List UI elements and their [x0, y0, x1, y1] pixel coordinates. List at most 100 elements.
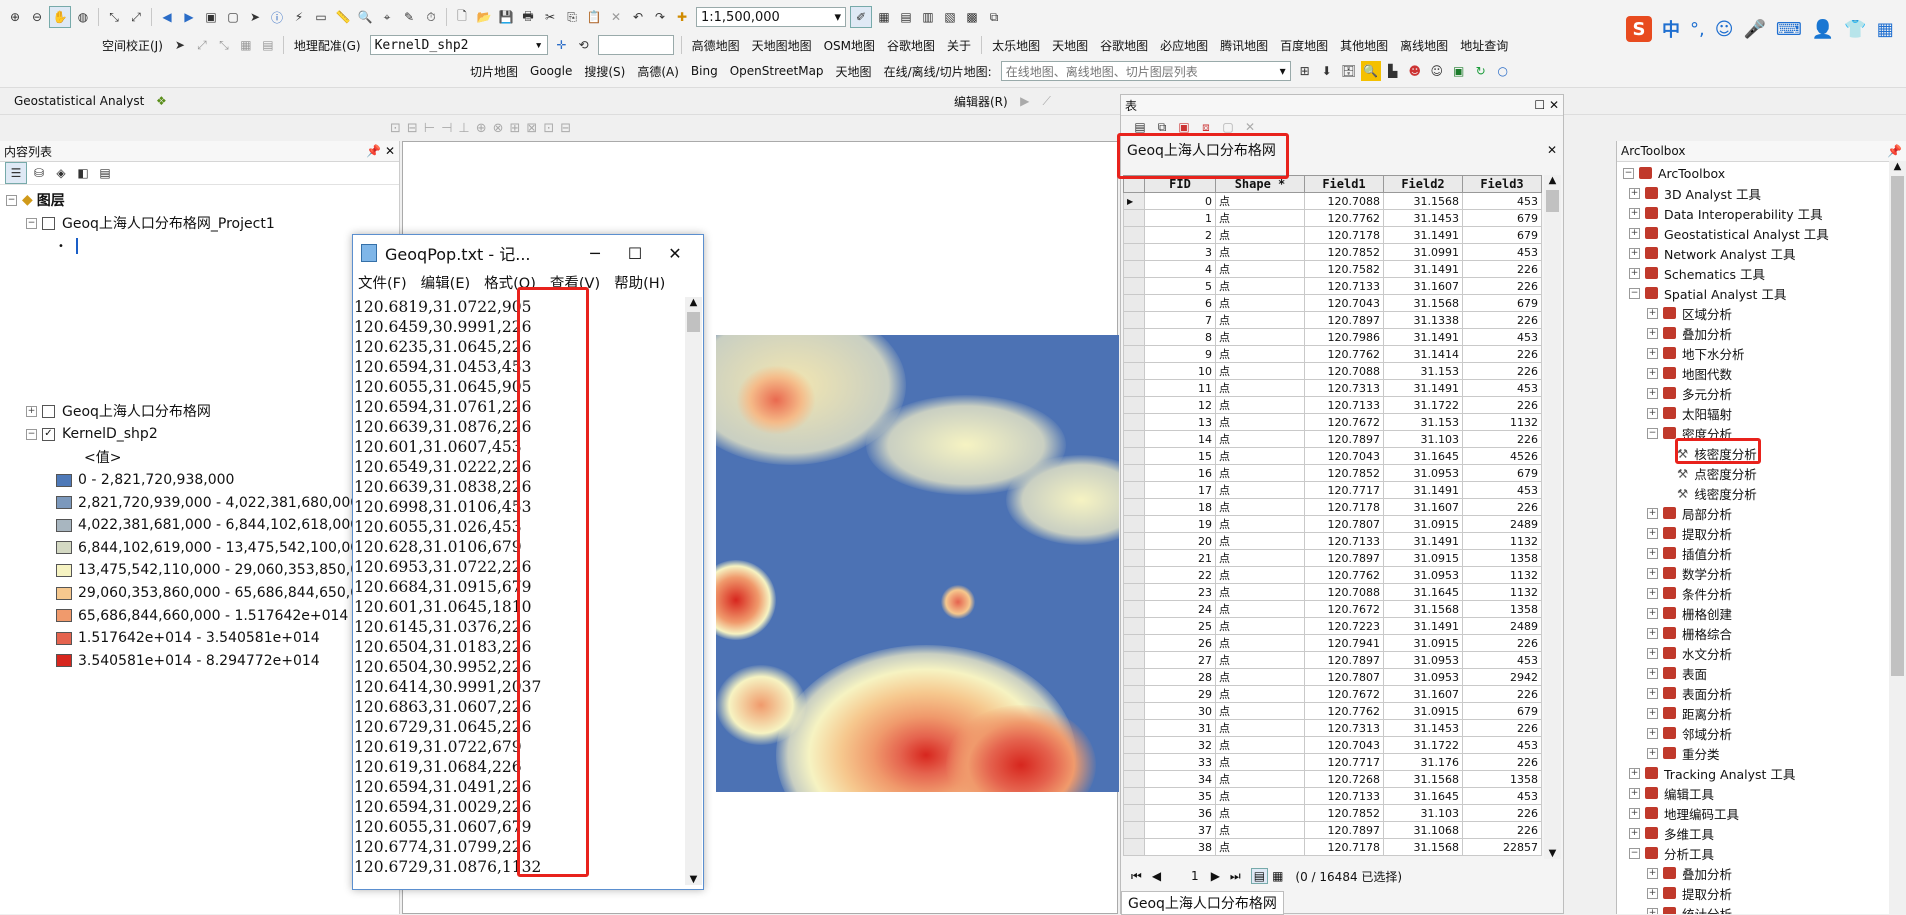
toolbox-scrollbar[interactable]: ▲ — [1889, 161, 1906, 914]
toolbox-item[interactable]: + 数学分析 — [1647, 563, 1732, 583]
table-cell[interactable]: 4 — [1144, 260, 1216, 278]
table-cell[interactable]: 点 — [1215, 634, 1305, 652]
tianditu-map-menu[interactable]: 天地图地图 — [752, 37, 812, 54]
row-selector[interactable] — [1123, 838, 1145, 856]
row-selector[interactable] — [1123, 311, 1145, 329]
row-selector[interactable] — [1123, 736, 1145, 754]
row-selector[interactable] — [1123, 685, 1145, 703]
table-cell[interactable]: 21 — [1144, 549, 1216, 567]
row-selector[interactable] — [1123, 328, 1145, 346]
chart-icon[interactable]: ▙ — [1383, 61, 1403, 81]
scroll-thumb[interactable] — [1546, 190, 1559, 212]
row-selector[interactable] — [1123, 362, 1145, 380]
toolbox-item[interactable]: + Geostatistical Analyst 工具 — [1629, 223, 1829, 243]
table-cell[interactable]: 31.1568 — [1383, 192, 1463, 210]
table-cell[interactable]: 679 — [1462, 226, 1542, 244]
table-cell[interactable]: 4526 — [1462, 447, 1542, 465]
address-search-menu[interactable]: 地址查询 — [1460, 37, 1508, 54]
link-tool-icon[interactable]: ⤡ — [214, 35, 234, 55]
paste-icon[interactable]: 📋 — [584, 7, 604, 27]
toc-layers-root[interactable]: − ◆ 图层 — [6, 189, 65, 211]
toolbox-item[interactable]: + 统计分析 — [1647, 903, 1732, 914]
list-by-visibility-icon[interactable]: ◈ — [51, 163, 71, 183]
forward-icon[interactable]: ▶ — [179, 7, 199, 27]
row-selector[interactable] — [1123, 668, 1145, 686]
emoji-icon[interactable]: ☺ — [1715, 19, 1734, 40]
table-cell[interactable]: 5 — [1144, 277, 1216, 295]
table-row[interactable]: 4 点 120.7582 31.1491 226 — [1123, 260, 1542, 278]
table-cell[interactable]: 31.1568 — [1383, 838, 1463, 856]
table-cell[interactable]: 12 — [1144, 396, 1216, 414]
table-cell[interactable]: 120.7178 — [1304, 226, 1384, 244]
gaode-menu[interactable]: 高德(A) — [637, 63, 679, 80]
table-cell[interactable]: 点 — [1215, 838, 1305, 856]
table-cell[interactable]: 31.0953 — [1383, 651, 1463, 669]
row-selector[interactable]: ▶ — [1123, 192, 1145, 210]
expand-icon[interactable]: + — [1647, 327, 1658, 339]
bing-menu[interactable]: Bing — [691, 64, 718, 78]
row-selector[interactable] — [1123, 821, 1145, 839]
soso-menu[interactable]: 搜搜(S) — [584, 63, 625, 80]
table-cell[interactable]: 点 — [1215, 719, 1305, 737]
table-row[interactable]: 11 点 120.7313 31.1491 453 — [1123, 379, 1542, 397]
expand-icon[interactable]: + — [1647, 627, 1658, 639]
table-cell[interactable]: 226 — [1462, 685, 1542, 703]
refresh-icon[interactable]: ↻ — [1471, 61, 1491, 81]
toolbox-item[interactable]: + Tracking Analyst 工具 — [1629, 763, 1795, 783]
table-cell[interactable]: 120.7043 — [1304, 736, 1384, 754]
table-row[interactable]: 32 点 120.7043 31.1722 453 — [1123, 736, 1542, 754]
table-cell[interactable]: 453 — [1462, 736, 1542, 754]
table-cell[interactable]: 20 — [1144, 532, 1216, 550]
expand-icon[interactable]: + — [1647, 887, 1658, 899]
table-cell[interactable]: 29 — [1144, 685, 1216, 703]
table-cell[interactable]: 13 — [1144, 413, 1216, 431]
list-by-selection-icon[interactable]: ◧ — [73, 163, 93, 183]
table-cell[interactable]: 120.7313 — [1304, 379, 1384, 397]
table-row[interactable]: 2 点 120.7178 31.1491 679 — [1123, 226, 1542, 244]
expand-icon[interactable]: + — [1647, 547, 1658, 559]
row-selector[interactable] — [1123, 498, 1145, 516]
table-cell[interactable]: 点 — [1215, 226, 1305, 244]
table-cell[interactable]: 31.1645 — [1383, 447, 1463, 465]
table-cell[interactable]: 点 — [1215, 668, 1305, 686]
toolbox-item[interactable]: + 地下水分析 — [1647, 343, 1745, 363]
table-cell[interactable]: 226 — [1462, 634, 1542, 652]
table-cell[interactable]: 点 — [1215, 430, 1305, 448]
table-cell[interactable]: 120.7897 — [1304, 549, 1384, 567]
layer-combo[interactable]: KernelD_shp2 ▾ — [369, 35, 548, 55]
table-row[interactable]: 38 点 120.7178 31.1568 22857 — [1123, 838, 1542, 856]
table-cell[interactable]: 120.7897 — [1304, 651, 1384, 669]
toolbox-item[interactable]: + 叠加分析 — [1647, 323, 1732, 343]
expand-icon[interactable]: + — [1629, 767, 1640, 779]
edit-tool-icon[interactable]: ▶ — [1015, 91, 1035, 111]
table-cell[interactable]: 点 — [1215, 821, 1305, 839]
table-cell[interactable]: 点 — [1215, 260, 1305, 278]
editor-toolbar-icon[interactable]: ✐ — [850, 6, 872, 28]
table-row[interactable]: 7 点 120.7897 31.1338 226 — [1123, 311, 1542, 329]
select-features-icon[interactable]: ▣ — [201, 7, 221, 27]
table-row[interactable]: 24 点 120.7672 31.1568 1358 — [1123, 600, 1542, 618]
table-cell[interactable]: 120.7762 — [1304, 345, 1384, 363]
toolbox-item[interactable]: + 编辑工具 — [1629, 783, 1714, 803]
table-row[interactable]: 14 点 120.7897 31.103 226 — [1123, 430, 1542, 448]
toolbox-item[interactable]: + 栅格综合 — [1647, 623, 1732, 643]
table-cell[interactable]: 36 — [1144, 804, 1216, 822]
table-cell[interactable]: 120.7807 — [1304, 515, 1384, 533]
table-row[interactable]: 10 点 120.7088 31.153 226 — [1123, 362, 1542, 380]
table-cell[interactable]: 24 — [1144, 600, 1216, 618]
table-cell[interactable]: 点 — [1215, 787, 1305, 805]
expand-icon[interactable]: + — [1629, 227, 1640, 239]
table-cell[interactable]: 120.7717 — [1304, 753, 1384, 771]
user-icon[interactable]: 👤 — [1812, 19, 1834, 40]
toolbox-item[interactable]: + 地图代数 — [1647, 363, 1732, 383]
show-selected-records-icon[interactable]: ▦ — [1272, 869, 1283, 883]
table-cell[interactable]: 6 — [1144, 294, 1216, 312]
table-cell[interactable]: 120.7941 — [1304, 634, 1384, 652]
table-cell[interactable]: 120.7672 — [1304, 685, 1384, 703]
table-cell[interactable]: 120.7088 — [1304, 583, 1384, 601]
copy-icon[interactable]: ⎘ — [562, 7, 582, 27]
row-selector[interactable] — [1123, 260, 1145, 278]
table-cell[interactable]: 37 — [1144, 821, 1216, 839]
table-cell[interactable]: 31.1568 — [1383, 770, 1463, 788]
last-record-icon[interactable]: ⏭ — [1230, 869, 1241, 884]
